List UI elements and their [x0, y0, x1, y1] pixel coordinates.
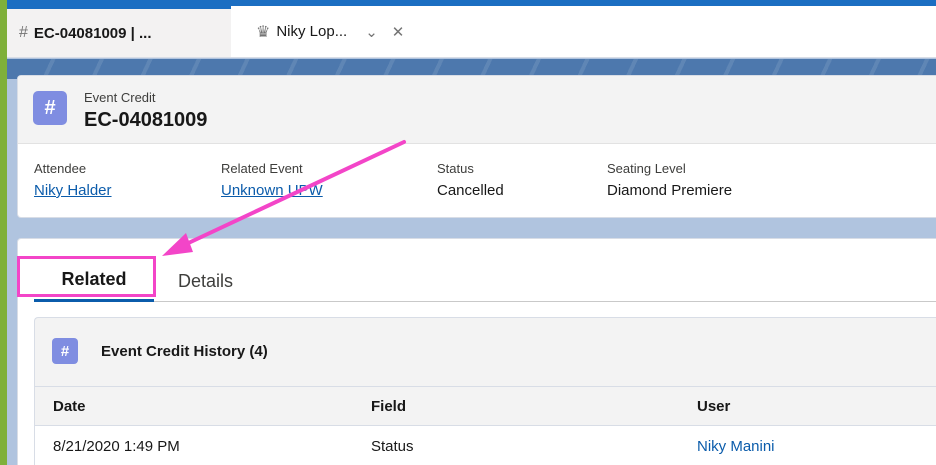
workspace-tab-record[interactable]: # EC-04081009 | ...: [7, 6, 231, 57]
event-credit-icon: #: [19, 24, 28, 41]
field-attendee: Attendee Niky Halder: [34, 161, 112, 199]
workspace-tab-label: EC-04081009 | ...: [33, 24, 152, 42]
workspace-tab-contact[interactable]: ♛ Niky Lop... ⌄ ✕: [242, 6, 462, 57]
left-accent-strip: [0, 0, 7, 465]
workspace-tab-bar: # EC-04081009 | ... ♛ Niky Lop... ⌄ ✕: [7, 6, 936, 58]
crown-icon: ♛: [256, 23, 271, 41]
event-credit-history-list: # Event Credit History (4) Date Field Us…: [34, 317, 936, 465]
seating-level-value: Diamond Premiere: [607, 182, 733, 199]
date-cell: 8/21/2020 1:49 PM: [53, 438, 180, 455]
record-title: EC-04081009: [84, 109, 208, 131]
chevron-down-icon[interactable]: ⌄: [365, 23, 378, 41]
event-credit-icon: #: [33, 91, 67, 125]
tab-details[interactable]: Details: [178, 260, 233, 302]
table-header: Date Field User: [35, 386, 936, 426]
tab-related[interactable]: Related: [34, 260, 154, 302]
record-header: # Event Credit EC-04081009: [18, 76, 936, 144]
record-highlights-card: # Event Credit EC-04081009 Attendee Niky…: [17, 75, 936, 218]
close-icon[interactable]: ✕: [392, 23, 405, 41]
workspace-tab-label: Niky Lop...: [276, 23, 348, 40]
table-row: 8/21/2020 1:49 PM Status Niky Manini: [35, 426, 936, 465]
field-status: Status Cancelled: [437, 161, 504, 199]
user-link[interactable]: Niky Manini: [697, 426, 775, 465]
field-cell: Status: [371, 438, 414, 455]
column-user[interactable]: User: [697, 387, 730, 425]
record-detail-card: Related Details # Event Credit History (…: [17, 238, 936, 465]
column-field[interactable]: Field: [371, 387, 406, 425]
record-tabs: Related Details: [34, 260, 936, 302]
attendee-link[interactable]: Niky Halder: [34, 182, 112, 199]
status-value: Cancelled: [437, 182, 504, 199]
object-type-label: Event Credit: [84, 90, 156, 105]
related-event-link[interactable]: Unknown UPW: [221, 182, 323, 199]
field-label: Seating Level: [607, 161, 686, 176]
field-related-event: Related Event Unknown UPW: [221, 161, 323, 199]
field-seating-level: Seating Level Diamond Premiere: [607, 161, 732, 199]
field-label: Related Event: [221, 161, 303, 176]
related-list-header: # Event Credit History (4): [35, 318, 936, 386]
field-label: Attendee: [34, 161, 87, 176]
related-list-title[interactable]: Event Credit History (4): [101, 343, 268, 360]
column-date[interactable]: Date: [53, 387, 86, 425]
event-credit-icon: #: [52, 338, 78, 364]
field-label: Status: [437, 161, 474, 176]
